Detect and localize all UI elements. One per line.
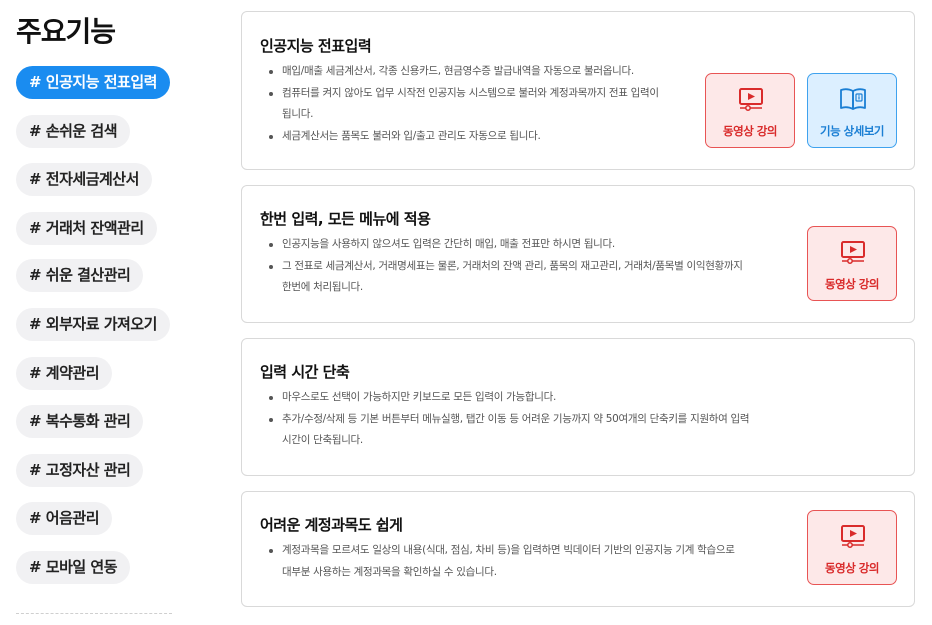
feature-card-single-entry: 한번 입력, 모든 메뉴에 적용 인공지능을 사용하지 않으셔도 입력은 간단히… <box>241 185 915 323</box>
sidebar-title: 주요기능 <box>16 15 116 48</box>
video-lecture-icon <box>739 88 763 111</box>
feature-detail-label: 기능 상세보기 <box>820 124 884 138</box>
card-title: 어려운 계정과목도 쉽게 <box>260 516 403 534</box>
video-lecture-button[interactable]: 동영상 강의 <box>705 73 795 148</box>
card-bullet: 계정과목을 모르셔도 일상의 내용(식대, 점심, 차비 등)을 입력하면 빅데… <box>268 540 788 562</box>
feature-card-account-titles: 어려운 계정과목도 쉽게 계정과목을 모르셔도 일상의 내용(식대, 점심, 차… <box>241 491 915 607</box>
nav-item-mobile-sync[interactable]: # 모바일 연동 <box>16 551 131 584</box>
card-bullet: 그 전표로 세금계산서, 거래명세표는 물론, 거래처의 잔액 관리, 품목의 … <box>268 256 788 278</box>
card-bullet: 추가/수정/삭제 등 기본 버튼부터 메뉴실행, 탭간 이동 등 어려운 기능까… <box>268 409 788 431</box>
card-title: 인공지능 전표입력 <box>260 37 372 55</box>
nav-item-multi-currency[interactable]: # 복수통화 관리 <box>16 405 144 438</box>
card-bullet: 매입/매출 세금계산서, 각종 신용카드, 현금영수증 발급내역을 자동으로 불… <box>268 61 708 83</box>
card-bullet: 마우스로도 선택이 가능하지만 키보드로 모든 입력이 가능합니다. <box>268 387 788 409</box>
card-bullet-list: 인공지능을 사용하지 않으셔도 입력은 간단히 매입, 매출 전표만 하시면 됩… <box>268 234 788 299</box>
video-lecture-label: 동영상 강의 <box>723 124 777 138</box>
video-lecture-icon <box>841 525 865 548</box>
nav-item-contract-management[interactable]: # 계약관리 <box>16 357 112 390</box>
card-bullet-continuation: 대부분 사용하는 계정과목을 확인하실 수 있습니다. <box>282 565 497 578</box>
card-bullet-continuation: 한번에 처리됩니다. <box>282 281 363 293</box>
nav-item-partner-balance[interactable]: # 거래처 잔액관리 <box>16 212 157 245</box>
video-lecture-button[interactable]: 동영상 강의 <box>807 226 897 301</box>
nav-item-import-external-data[interactable]: # 외부자료 가져오기 <box>16 308 170 341</box>
card-bullet-list: 계정과목을 모르셔도 일상의 내용(식대, 점심, 차비 등)을 입력하면 빅데… <box>268 540 788 583</box>
card-bullet-continuation: 시간이 단축됩니다. <box>282 434 363 446</box>
feature-card-ai-voucher-entry: 인공지능 전표입력 매입/매출 세금계산서, 각종 신용카드, 현금영수증 발급… <box>241 11 915 170</box>
nav-item-fixed-assets[interactable]: # 고정자산 관리 <box>16 454 144 487</box>
card-bullet: 세금계산서는 품목도 불러와 입/출고 관리도 자동으로 됩니다. <box>268 126 708 148</box>
feature-card-input-time: 입력 시간 단축 마우스로도 선택이 가능하지만 키보드로 모든 입력이 가능합… <box>241 338 915 476</box>
card-title: 입력 시간 단축 <box>260 363 350 381</box>
card-bullet: 컴퓨터를 켜지 않아도 업무 시작전 인공지능 시스템으로 불러와 계정과목까지… <box>268 83 708 105</box>
card-bullet: 인공지능을 사용하지 않으셔도 입력은 간단히 매입, 매출 전표만 하시면 됩… <box>268 234 788 256</box>
sidebar-divider <box>16 613 172 614</box>
nav-item-promissory-notes[interactable]: # 어음관리 <box>16 502 112 535</box>
nav-item-easy-closing[interactable]: # 쉬운 결산관리 <box>16 259 144 292</box>
card-bullet-continuation: 됩니다. <box>282 108 314 120</box>
video-lecture-button[interactable]: 동영상 강의 <box>807 510 897 585</box>
feature-detail-button[interactable]: 기능 상세보기 <box>807 73 897 148</box>
video-lecture-icon <box>841 241 865 264</box>
video-lecture-label: 동영상 강의 <box>825 277 879 291</box>
nav-item-e-tax-invoice[interactable]: # 전자세금계산서 <box>16 163 152 196</box>
card-bullet-list: 매입/매출 세금계산서, 각종 신용카드, 현금영수증 발급내역을 자동으로 불… <box>268 61 708 147</box>
video-lecture-label: 동영상 강의 <box>825 561 879 575</box>
card-bullet-list: 마우스로도 선택이 가능하지만 키보드로 모든 입력이 가능합니다. 추가/수정… <box>268 387 788 452</box>
book-info-icon <box>840 88 866 110</box>
card-title: 한번 입력, 모든 메뉴에 적용 <box>260 210 431 228</box>
sidebar: 주요기능 # 인공지능 전표입력 # 손쉬운 검색 # 전자세금계산서 # 거래… <box>0 0 230 625</box>
nav-item-ai-voucher-entry[interactable]: # 인공지능 전표입력 <box>16 66 170 99</box>
nav-item-easy-search[interactable]: # 손쉬운 검색 <box>16 115 131 148</box>
